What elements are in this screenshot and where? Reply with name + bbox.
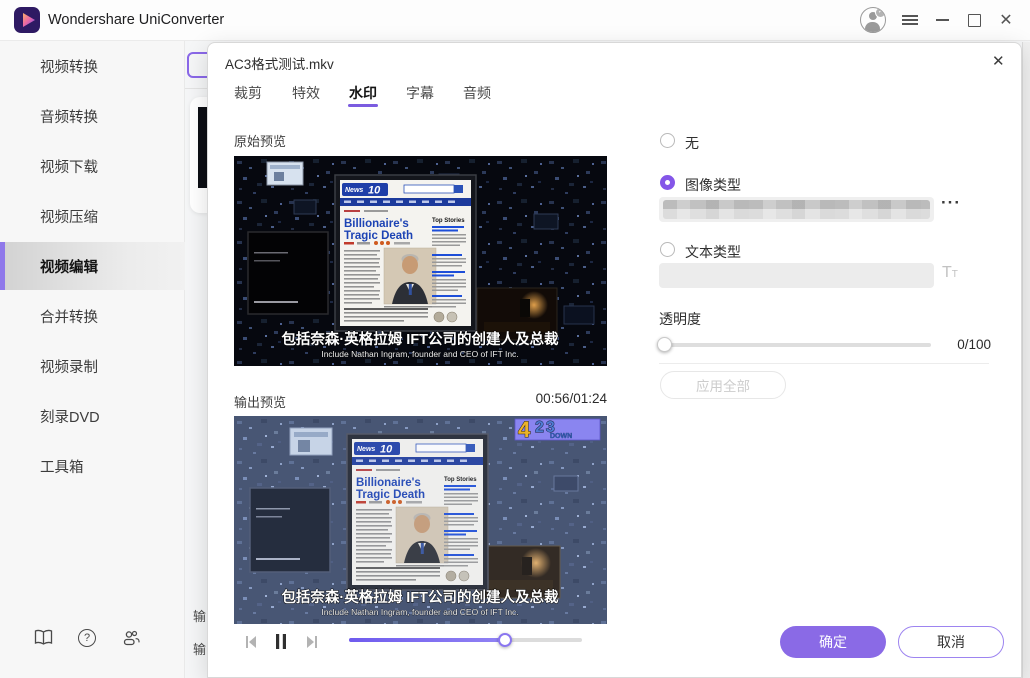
app-window: Wondershare UniConverter ✓ ✕ 视频转换 音频转换 视… [0, 0, 1030, 678]
seek-thumb[interactable] [498, 633, 512, 647]
tab-active-underline [348, 104, 378, 107]
title-bar: Wondershare UniConverter ✓ ✕ [0, 0, 1030, 41]
prev-frame-icon[interactable] [243, 634, 259, 655]
radio-image-type-label[interactable]: 图像类型 [685, 175, 741, 195]
sidebar-item-burn-dvd[interactable]: 刻录DVD [0, 392, 185, 440]
book-icon[interactable] [34, 629, 53, 651]
tab-subtitle[interactable]: 字幕 [406, 83, 434, 103]
seek-slider[interactable] [349, 638, 582, 642]
background-clipped-label: 输 [193, 606, 207, 625]
pause-icon[interactable] [274, 633, 288, 655]
tab-audio[interactable]: 音频 [463, 83, 491, 103]
background-right-strip [1022, 42, 1030, 678]
output-preview-label: 输出预览 [234, 392, 286, 411]
font-icon[interactable]: TT [942, 264, 958, 282]
sidebar-item-video-convert[interactable]: 视频转换 [0, 42, 185, 90]
user-avatar-icon[interactable]: ✓ [860, 7, 886, 33]
community-icon[interactable] [122, 629, 142, 652]
transparency-value: 0/100 [939, 337, 991, 352]
uniconverter-logo [14, 7, 40, 33]
time-display: 00:56/01:24 [487, 391, 607, 406]
menu-icon[interactable] [896, 6, 924, 34]
transparency-label: 透明度 [659, 309, 701, 329]
webpage-sidebar-title: Top Stories [432, 218, 465, 224]
original-preview-label: 原始预览 [234, 131, 286, 150]
minimize-icon[interactable] [928, 6, 956, 34]
radio-text-type-label[interactable]: 文本类型 [685, 242, 741, 262]
dialog-title: AC3格式测试.mkv [225, 53, 334, 73]
original-preview-frame: News 10 Billionaire's Tragic Death [234, 156, 607, 366]
sidebar-item-toolbox[interactable]: 工具箱 [0, 442, 185, 490]
tab-crop[interactable]: 裁剪 [234, 83, 262, 103]
background-clipped-label: 输 [193, 639, 207, 658]
subtitle-zh: 包括奈森·英格拉姆 IFT公司的创建人及总裁 [281, 330, 559, 348]
news-logo-text: News [345, 187, 363, 194]
radio-text-type[interactable] [660, 242, 675, 257]
subtitle-en: Include Nathan Ingram, founder and CEO o… [321, 349, 518, 359]
watermark-digit-4: 4 [518, 417, 531, 442]
avatar-shoulders [865, 22, 880, 32]
avatar-badge: ✓ [875, 7, 886, 18]
sidebar: 视频转换 音频转换 视频下载 视频压缩 视频编辑 合并转换 视频录制 刻录DVD… [0, 41, 185, 678]
sidebar-item-video-download[interactable]: 视频下载 [0, 142, 185, 190]
censored-path-mosaic [663, 200, 930, 219]
headline-line2: Tragic Death [344, 230, 413, 242]
help-icon[interactable]: ? [78, 629, 96, 647]
background-divider [185, 88, 207, 89]
transparency-slider[interactable] [659, 343, 931, 347]
radio-none[interactable] [660, 133, 675, 148]
output-preview-frame: News 10 Billionaire's Tragic Death [234, 416, 607, 624]
sidebar-item-video-compress[interactable]: 视频压缩 [0, 192, 185, 240]
news-logo-10: 10 [368, 185, 381, 197]
seek-progress [349, 638, 505, 642]
watermark-logo: 4 23 DOWN [515, 417, 600, 442]
more-icon[interactable]: ··· [941, 193, 961, 213]
watermark-caption: DOWN [550, 433, 572, 440]
next-frame-icon[interactable] [304, 634, 320, 655]
maximize-icon[interactable] [960, 6, 988, 34]
app-title: Wondershare UniConverter [48, 12, 224, 28]
subtitle-zh: 包括奈森·英格拉姆 IFT公司的创建人及总裁 [281, 588, 559, 606]
sidebar-item-audio-convert[interactable]: 音频转换 [0, 92, 185, 140]
subtitle-en: Include Nathan Ingram, founder and CEO o… [321, 607, 518, 617]
image-path-input[interactable] [659, 197, 934, 222]
edit-dialog: AC3格式测试.mkv ✕ 裁剪 特效 水印 字幕 音频 原始预览 输出预览 0… [207, 42, 1022, 678]
tab-watermark[interactable]: 水印 [349, 83, 377, 103]
apply-all-button[interactable]: 应用全部 [660, 371, 786, 399]
confirm-button[interactable]: 确定 [780, 626, 886, 658]
sidebar-item-merge-convert[interactable]: 合并转换 [0, 292, 185, 340]
options-divider [659, 363, 989, 364]
radio-image-type[interactable] [660, 175, 675, 190]
dialog-close-icon[interactable]: ✕ [992, 52, 1005, 70]
cancel-button[interactable]: 取消 [898, 626, 1004, 658]
tab-effect[interactable]: 特效 [292, 83, 320, 103]
headline-line1: Billionaire's [344, 218, 409, 230]
sidebar-item-video-edit[interactable]: 视频编辑 [0, 242, 185, 290]
close-icon[interactable]: ✕ [992, 6, 1020, 34]
text-watermark-input[interactable] [659, 263, 934, 288]
radio-none-label[interactable]: 无 [685, 133, 699, 153]
sidebar-item-screen-record[interactable]: 视频录制 [0, 342, 185, 390]
transparency-thumb[interactable] [657, 337, 672, 352]
